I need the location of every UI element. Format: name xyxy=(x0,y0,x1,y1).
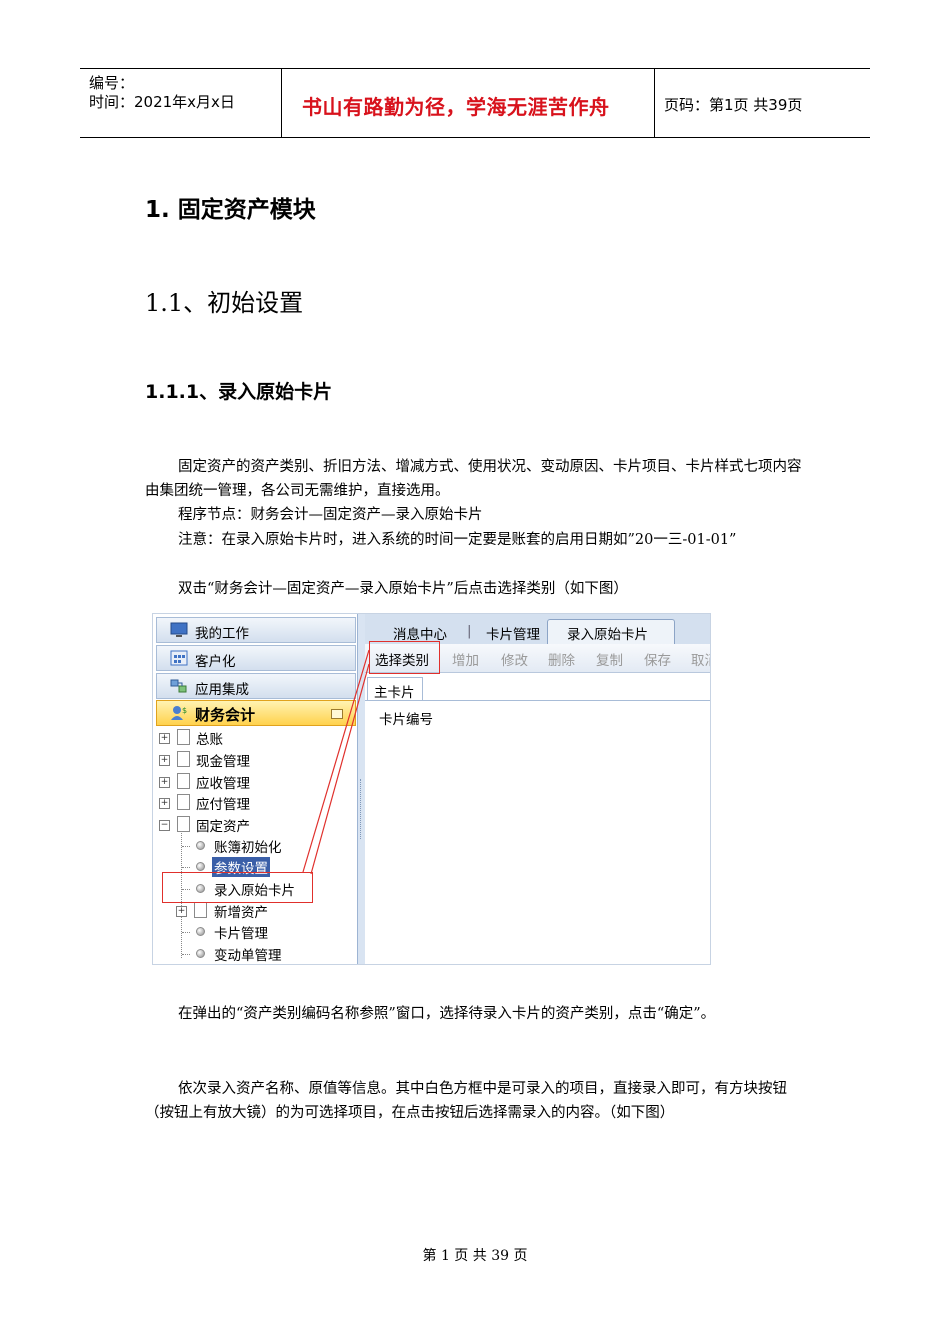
paragraph-intro: 固定资产的资产类别、折旧方法、增减方式、使用状况、变动原因、卡片项目、卡片样式七… xyxy=(145,459,802,499)
paragraph-enter-info: 依次录入资产名称、原值等信息。其中白色方框中是可录入的项目，直接录入即可，有方块… xyxy=(145,1081,787,1121)
heading-1: 1. 固定资产模块 xyxy=(145,197,316,223)
software-screenshot: 我的工作 客户化 应用集成 $ 财务会计 + 总账 + 现金管理 + 应收管理 … xyxy=(152,613,711,965)
header-time-label: 时间：2021年x月x日 xyxy=(89,93,235,111)
header-motto: 书山有路勤为径，学海无涯苦作舟 xyxy=(302,95,610,119)
header-left-cell: 编号： 时间：2021年x月x日 xyxy=(80,69,282,137)
paragraph-instruction: 双击“财务会计—固定资产—录入原始卡片”后点击选择类别（如下图） xyxy=(178,581,628,597)
header-page-info: 页码：第1页 共39页 xyxy=(664,96,803,114)
header-motto-cell: 书山有路勤为径，学海无涯苦作舟 xyxy=(282,69,655,137)
header-page-cell: 页码：第1页 共39页 xyxy=(655,69,870,137)
paragraph-program-node: 程序节点：财务会计—固定资产—录入原始卡片 xyxy=(178,507,483,523)
heading-2: 1.1、初始设置 xyxy=(145,289,304,317)
paragraph-note: 注意：在录入原始卡片时，进入系统的时间一定要是账套的启用日期如”20一三-01-… xyxy=(178,532,737,548)
annotation-arrows xyxy=(302,649,370,875)
heading-3: 1.1.1、录入原始卡片 xyxy=(145,381,333,403)
paragraph-category-dialog: 在弹出的“资产类别编码名称参照”窗口，选择待录入卡片的资产类别，点击“确定”。 xyxy=(178,1006,716,1022)
page-header: 编号： 时间：2021年x月x日 书山有路勤为径，学海无涯苦作舟 页码：第1页 … xyxy=(80,68,870,138)
header-code-label: 编号： xyxy=(89,74,135,92)
page-footer: 第 1 页 共 39 页 xyxy=(422,1248,528,1264)
